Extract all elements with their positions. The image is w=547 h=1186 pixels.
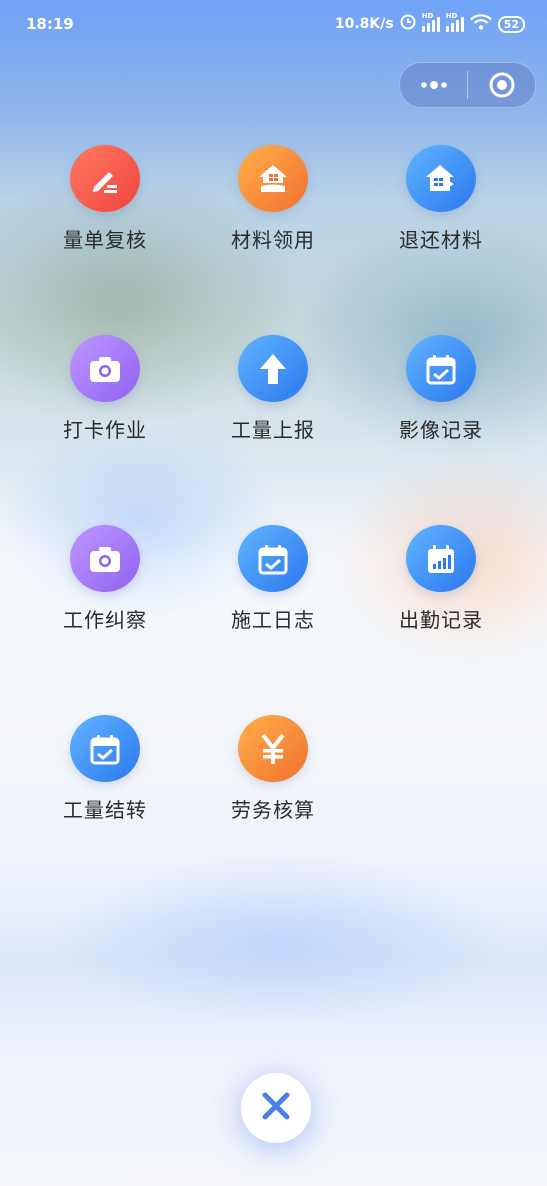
menu-item-label: 材料领用 xyxy=(231,228,315,252)
pencil-list-icon xyxy=(70,145,140,212)
menu-item-label: 影像记录 xyxy=(399,418,483,442)
menu-item-image-record[interactable]: 影像记录 xyxy=(357,335,525,443)
menu-item-clock-in-work[interactable]: 打卡作业 xyxy=(21,335,189,443)
menu-item-label: 工作纠察 xyxy=(63,608,147,632)
menu-item-work-inspection[interactable]: 工作纠察 xyxy=(21,525,189,633)
menu-item-label: 出勤记录 xyxy=(399,608,483,632)
menu-item-workload-report[interactable]: 工量上报 xyxy=(189,335,357,443)
close-icon xyxy=(261,1091,291,1125)
battery-icon: 52 xyxy=(497,15,525,33)
wifi-icon xyxy=(469,14,492,34)
calendar-chart-icon xyxy=(406,525,476,592)
arrow-up-icon xyxy=(238,335,308,402)
yen-icon xyxy=(238,715,308,782)
alarm-icon xyxy=(400,14,416,34)
signal-icon: HD xyxy=(445,12,464,32)
menu-item-label: 工量上报 xyxy=(231,418,315,442)
more-icon[interactable] xyxy=(400,63,467,107)
function-grid: 量单复核 材料领用 退还材料 打卡作业 工量上报 影像记录 工作纠察 施工日志 … xyxy=(21,145,525,823)
menu-item-label: 量单复核 xyxy=(63,228,147,252)
target-icon[interactable] xyxy=(468,63,535,107)
menu-item-label: 工量结转 xyxy=(63,798,147,822)
network-speed: 10.8K/s xyxy=(334,16,394,32)
menu-item-label: 劳务核算 xyxy=(231,798,315,822)
house-hand-icon xyxy=(238,145,308,212)
status-time: 18:19 xyxy=(26,15,74,33)
signal-icon: HD xyxy=(421,12,440,32)
menu-item-label: 退还材料 xyxy=(399,228,483,252)
menu-item-labor-accounting[interactable]: 劳务核算 xyxy=(189,715,357,823)
miniprogram-capsule xyxy=(399,62,536,108)
menu-item-material-return[interactable]: 退还材料 xyxy=(357,145,525,253)
status-bar: 18:19 10.8K/s HD HD 52 xyxy=(0,0,547,50)
house-return-icon xyxy=(406,145,476,212)
menu-item-workload-transfer[interactable]: 工量结转 xyxy=(21,715,189,823)
menu-item-label: 施工日志 xyxy=(231,608,315,632)
menu-item-material-collect[interactable]: 材料领用 xyxy=(189,145,357,253)
close-button[interactable] xyxy=(241,1073,311,1143)
menu-item-label: 打卡作业 xyxy=(63,418,147,442)
camera-icon xyxy=(70,525,140,592)
menu-item-construction-log[interactable]: 施工日志 xyxy=(189,525,357,633)
calendar-check-icon xyxy=(238,525,308,592)
menu-item-quantity-review[interactable]: 量单复核 xyxy=(21,145,189,253)
menu-item-attendance-record[interactable]: 出勤记录 xyxy=(357,525,525,633)
status-indicators: 10.8K/s HD HD 52 xyxy=(334,12,525,34)
camera-icon xyxy=(70,335,140,402)
calendar-check-icon xyxy=(70,715,140,782)
calendar-check-icon xyxy=(406,335,476,402)
